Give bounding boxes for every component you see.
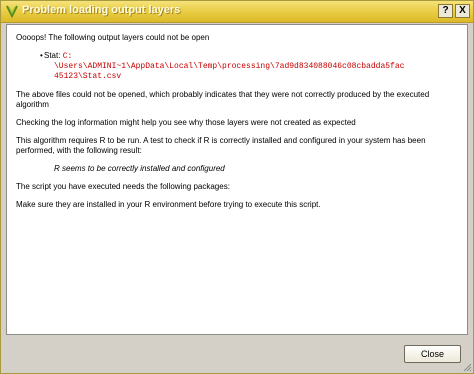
- stat-path-line-2: \Users\ADMINI~1\AppData\Local\Temp\proce…: [54, 62, 405, 71]
- stat-path-line-1: C:: [62, 52, 73, 61]
- bullet-icon: •: [40, 51, 43, 60]
- r-test-result: R seems to be correctly installed and co…: [54, 164, 225, 173]
- title-bar[interactable]: Problem loading output layers ? X: [1, 1, 473, 23]
- files-not-opened-text: The above files could not be opened, whi…: [16, 90, 430, 109]
- requires-r-text: This algorithm requires R to be run. A t…: [16, 136, 426, 155]
- check-log-text: Checking the log information might help …: [16, 118, 356, 127]
- qgis-logo-icon: [6, 5, 18, 18]
- resize-grip-icon[interactable]: [462, 362, 472, 372]
- error-dialog: Problem loading output layers ? X Oooops…: [0, 0, 474, 374]
- close-button[interactable]: Close: [404, 345, 461, 363]
- stat-label: Stat:: [44, 51, 61, 60]
- message-area[interactable]: Oooops! The following output layers coul…: [6, 24, 468, 335]
- window-close-button[interactable]: X: [455, 4, 470, 18]
- window-title: Problem loading output layers: [22, 4, 181, 16]
- failed-layer-item: • Stat: C: \Users\ADMINI~1\AppData\Local…: [40, 51, 459, 82]
- make-sure-text: Make sure they are installed in your R e…: [16, 200, 321, 209]
- help-button[interactable]: ?: [438, 4, 453, 18]
- packages-needed-text: The script you have executed needs the f…: [16, 182, 230, 191]
- stat-path-line-3: 45123\Stat.csv: [54, 72, 122, 81]
- intro-text: Oooops! The following output layers coul…: [16, 33, 210, 42]
